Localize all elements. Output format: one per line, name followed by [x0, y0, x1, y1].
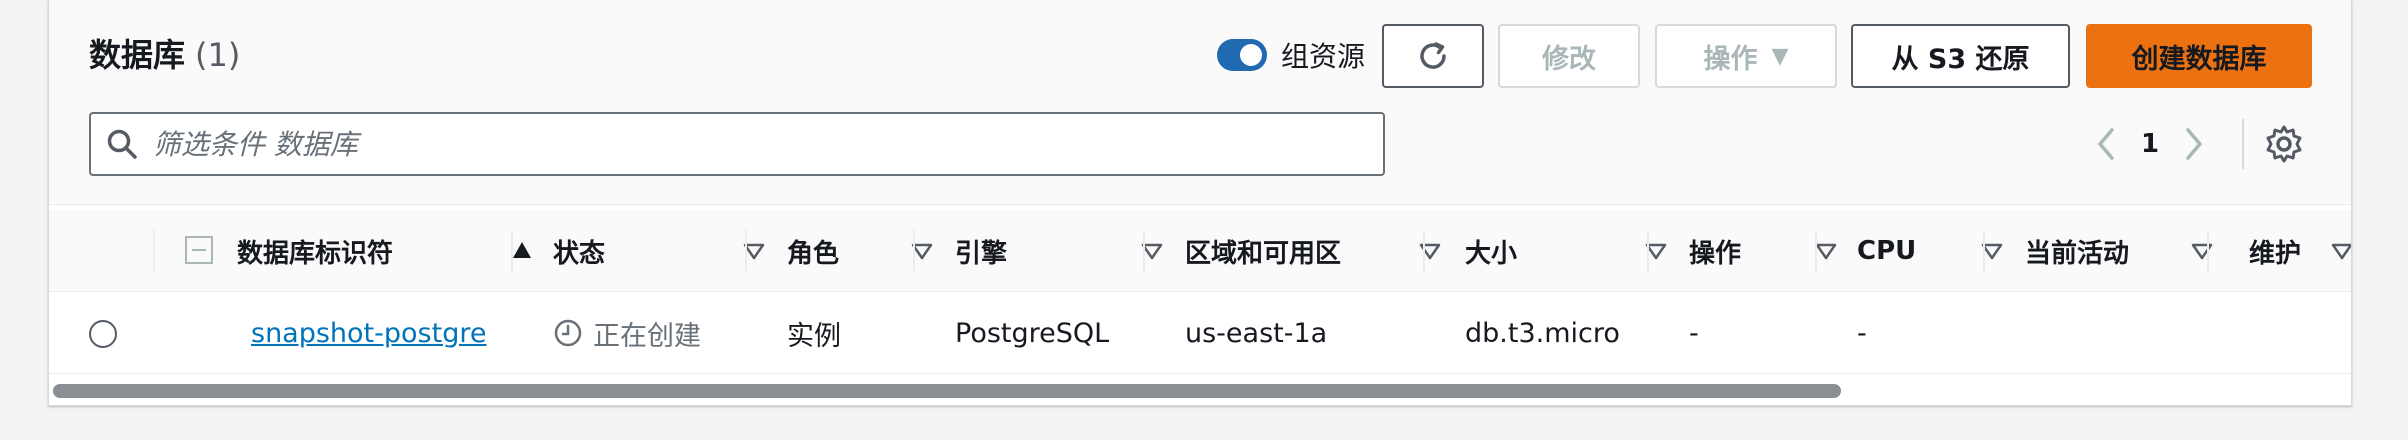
- column-header-status[interactable]: 状态: [553, 210, 795, 292]
- filter-search-box[interactable]: [89, 112, 1385, 176]
- cell-cpu: -: [1857, 292, 1867, 374]
- column-divider: [913, 230, 915, 272]
- sort-ascending-icon: [513, 242, 531, 258]
- modify-button[interactable]: 修改: [1498, 24, 1640, 88]
- title-text: 数据库: [89, 36, 186, 74]
- column-header-identifier[interactable]: 数据库标识符: [237, 210, 557, 292]
- column-divider: [1815, 230, 1817, 272]
- cell-size: db.t3.micro: [1465, 292, 1620, 374]
- column-divider: [2207, 230, 2209, 272]
- actions-text: -: [1689, 317, 1699, 349]
- toggle-switch[interactable]: [1217, 39, 1267, 71]
- caret-down-icon: ▼: [1771, 43, 1789, 69]
- cell-engine: PostgreSQL: [955, 292, 1109, 374]
- pagination-divider: [2242, 119, 2244, 169]
- column-label: 角色: [787, 238, 840, 269]
- column-label: 区域和可用区: [1185, 238, 1342, 269]
- column-label: 维护: [2249, 238, 2302, 269]
- toggle-knob: [1240, 44, 1262, 66]
- status-text: 正在创建: [593, 320, 701, 352]
- column-header-size[interactable]: 大小: [1465, 210, 1705, 292]
- title-count: (1): [195, 36, 241, 74]
- search-icon: [107, 129, 137, 159]
- clock-icon: [554, 319, 582, 347]
- group-resources-toggle[interactable]: 组资源: [1217, 32, 1365, 78]
- column-divider: [1143, 230, 1145, 272]
- cpu-text: -: [1857, 317, 1867, 349]
- column-divider: [1647, 230, 1649, 272]
- refresh-icon: [1420, 42, 1446, 69]
- collapse-all-icon[interactable]: [185, 236, 213, 264]
- db-identifier-link[interactable]: snapshot-postgre: [251, 318, 486, 349]
- filter-caret-icon: [2191, 243, 2213, 260]
- cell-status: 正在创建: [553, 292, 701, 374]
- refresh-button[interactable]: [1382, 24, 1484, 88]
- table-header: 数据库标识符 状态 角色 引擎 区域和可用区 大小 操作 CPU 当前活动 维护: [49, 210, 2351, 292]
- restore-label: 从 S3 还原: [1891, 43, 2030, 75]
- column-header-current-activity[interactable]: 当前活动: [2025, 210, 2245, 292]
- pagination: 1: [2084, 118, 2244, 170]
- column-label: 当前活动: [2025, 238, 2130, 269]
- preferences-button[interactable]: [2264, 124, 2304, 164]
- chevron-left-icon: [2098, 128, 2114, 160]
- column-header-cpu[interactable]: CPU: [1857, 210, 2037, 292]
- actions-label: 操作: [1703, 43, 1758, 75]
- column-divider: [153, 230, 155, 272]
- cell-identifier: snapshot-postgre: [251, 292, 486, 374]
- group-resources-label: 组资源: [1281, 40, 1366, 73]
- column-header-maintenance[interactable]: 维护: [2249, 210, 2351, 292]
- gear-icon: [2266, 125, 2302, 163]
- column-header-region-az[interactable]: 区域和可用区: [1185, 210, 1475, 292]
- column-divider: [1983, 230, 1985, 272]
- column-header-role[interactable]: 角色: [787, 210, 967, 292]
- region-az-text: us-east-1a: [1185, 317, 1328, 349]
- row-select-radio[interactable]: [89, 320, 117, 348]
- column-header-engine[interactable]: 引擎: [955, 210, 1195, 292]
- column-label: 引擎: [955, 238, 1008, 269]
- cell-role: 实例: [787, 292, 841, 374]
- actions-dropdown-button[interactable]: 操作 ▼: [1655, 24, 1837, 88]
- chevron-right-icon: [2186, 128, 2202, 160]
- scrollbar-thumb[interactable]: [53, 384, 1841, 398]
- role-text: 实例: [787, 320, 841, 352]
- engine-text: PostgreSQL: [955, 317, 1110, 349]
- column-divider: [1423, 230, 1425, 272]
- table-row[interactable]: snapshot-postgre 正在创建 实例 PostgreSQL us-e…: [49, 292, 2351, 374]
- column-label: 状态: [553, 238, 606, 269]
- cell-region-az: us-east-1a: [1185, 292, 1327, 374]
- column-header-actions[interactable]: 操作: [1689, 210, 1869, 292]
- databases-panel: 数据库 (1) 组资源 修改 操作 ▼ 从 S3 还原 创建数据库 筛选条件 数…: [48, 0, 2352, 406]
- column-label: 操作: [1689, 238, 1742, 269]
- column-label: 大小: [1465, 238, 1518, 269]
- modify-label: 修改: [1542, 43, 1596, 75]
- page-title: 数据库 (1): [89, 30, 240, 76]
- filter-caret-icon: [1815, 243, 1837, 260]
- horizontal-scrollbar[interactable]: [49, 384, 2351, 400]
- create-database-button[interactable]: 创建数据库: [2086, 24, 2312, 88]
- filter-caret-icon: [2331, 243, 2351, 260]
- restore-from-s3-button[interactable]: 从 S3 还原: [1851, 24, 2070, 88]
- next-page-button[interactable]: [2172, 118, 2216, 170]
- previous-page-button[interactable]: [2084, 118, 2128, 170]
- column-divider: [745, 230, 747, 272]
- create-label: 创建数据库: [2131, 43, 2267, 75]
- cell-actions: -: [1689, 292, 1699, 374]
- column-label: CPU: [1857, 236, 1917, 266]
- size-text: db.t3.micro: [1465, 317, 1620, 349]
- filter-input[interactable]: [153, 127, 1353, 161]
- column-label: 数据库标识符: [237, 238, 394, 269]
- panel-header: 数据库 (1) 组资源 修改 操作 ▼ 从 S3 还原 创建数据库 筛选条件 数…: [49, 0, 2351, 205]
- current-page-number[interactable]: 1: [2128, 129, 2172, 159]
- column-divider: [511, 230, 513, 272]
